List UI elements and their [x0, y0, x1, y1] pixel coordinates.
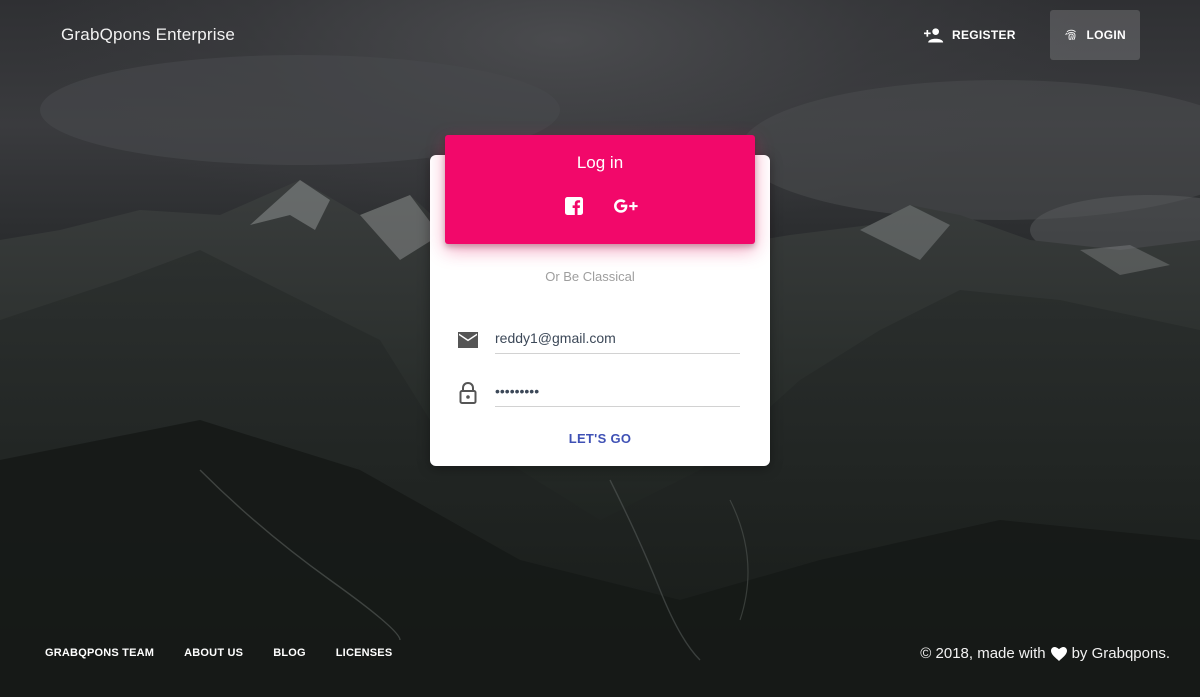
footer-link-about[interactable]: ABOUT US	[184, 647, 243, 659]
fingerprint-icon	[1065, 29, 1076, 41]
password-field-group	[456, 371, 740, 411]
social-login-group	[445, 193, 755, 219]
google-plus-login-button[interactable]	[613, 193, 639, 219]
email-icon	[458, 332, 478, 348]
divider-text: Or Be Classical	[545, 269, 635, 284]
facebook-login-button[interactable]	[561, 193, 587, 219]
copyright-prefix: © 2018, made with	[920, 645, 1046, 662]
register-button[interactable]: REGISTER	[908, 10, 1032, 60]
facebook-icon	[565, 197, 583, 215]
person-add-icon	[924, 28, 944, 43]
login-label: LOGIN	[1086, 28, 1126, 42]
google-plus-icon	[614, 199, 638, 213]
email-input[interactable]	[495, 322, 740, 354]
copyright-suffix: by Grabqpons.	[1071, 645, 1170, 662]
login-button[interactable]: LOGIN	[1050, 10, 1140, 60]
email-field-group	[456, 318, 740, 358]
lets-go-button[interactable]: LET'S GO	[545, 424, 655, 452]
brand-title[interactable]: GrabQpons Enterprise	[61, 25, 235, 45]
password-input[interactable]	[495, 375, 740, 407]
footer-link-licenses[interactable]: LICENSES	[336, 647, 393, 659]
footer-link-blog[interactable]: BLOG	[273, 647, 306, 659]
login-page: GrabQpons Enterprise REGISTER LOGIN Log …	[0, 0, 1200, 697]
footer-links: GRABQPONS TEAM ABOUT US BLOG LICENSES	[45, 647, 422, 659]
footer-link-team[interactable]: GRABQPONS TEAM	[45, 647, 154, 659]
register-label: REGISTER	[952, 28, 1016, 42]
card-title: Log in	[576, 153, 624, 172]
lock-icon	[459, 381, 477, 404]
login-card-header: Log in	[445, 135, 755, 244]
copyright: © 2018, made with by Grabqpons.	[920, 645, 1170, 662]
heart-icon	[1050, 646, 1067, 661]
